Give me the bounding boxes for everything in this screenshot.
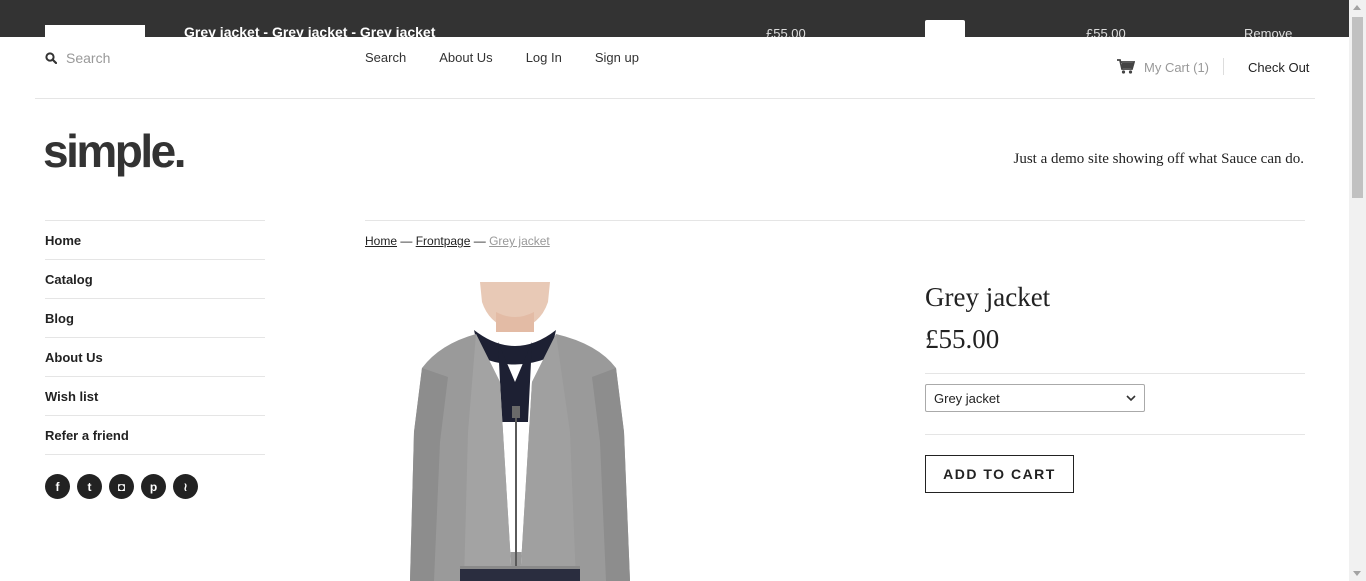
product-rule: [925, 434, 1305, 435]
cart-item-remove-link[interactable]: Remove: [1244, 26, 1292, 37]
search-input[interactable]: [60, 47, 260, 69]
product-rule: [925, 373, 1305, 374]
search-icon: [45, 52, 57, 64]
cart-item-line-price: £55.00: [1086, 26, 1126, 37]
variant-select[interactable]: Grey jacket: [925, 384, 1145, 412]
top-nav: Search About Us Log In Sign up: [365, 50, 672, 65]
top-nav-sign-up[interactable]: Sign up: [595, 50, 639, 65]
cart-item-title[interactable]: Grey jacket - Grey jacket - Grey jacket: [184, 24, 435, 37]
sidebar-item-catalog[interactable]: Catalog: [45, 260, 265, 299]
scroll-up-icon[interactable]: [1353, 5, 1361, 10]
cart-drawer: Grey jacket - Grey jacket - Grey jacket …: [0, 0, 1349, 37]
site-tagline: Just a demo site showing off what Sauce …: [1013, 151, 1304, 167]
top-nav-log-in[interactable]: Log In: [526, 50, 562, 65]
sidebar-item-refer-a-friend[interactable]: Refer a friend: [45, 416, 265, 455]
social-links: f t ◘ p ≀: [45, 474, 205, 499]
pinterest-icon[interactable]: p: [141, 474, 166, 499]
breadcrumb-separator: —: [397, 234, 416, 248]
scrollbar-thumb[interactable]: [1352, 17, 1363, 198]
chevron-down-icon: [1126, 395, 1136, 402]
variant-select-value: Grey jacket: [934, 390, 1000, 406]
product-image[interactable]: [400, 282, 640, 581]
rss-icon[interactable]: ≀: [173, 474, 198, 499]
content-rule: [365, 220, 1305, 221]
top-nav-search[interactable]: Search: [365, 50, 406, 65]
check-out-link[interactable]: Check Out: [1248, 60, 1309, 75]
breadcrumb-current: Grey jacket: [489, 234, 550, 248]
sidebar-nav: Home Catalog Blog About Us Wish list Ref…: [45, 220, 265, 455]
product-title: Grey jacket: [925, 282, 1051, 312]
cart-item-quantity-input[interactable]: [925, 20, 965, 37]
twitter-icon[interactable]: t: [77, 474, 102, 499]
instagram-icon[interactable]: ◘: [109, 474, 134, 499]
breadcrumb: Home — Frontpage — Grey jacket: [365, 234, 550, 248]
product-price: £55.00: [925, 324, 1000, 354]
cart-item-unit-price: £55.00: [766, 26, 806, 37]
site-logo[interactable]: simple.: [43, 124, 187, 178]
cart-icon[interactable]: [1117, 59, 1135, 74]
facebook-icon[interactable]: f: [45, 474, 70, 499]
sidebar-item-about-us[interactable]: About Us: [45, 338, 265, 377]
sidebar-item-home[interactable]: Home: [45, 221, 265, 260]
breadcrumb-separator: —: [470, 234, 490, 248]
breadcrumb-home[interactable]: Home: [365, 234, 397, 248]
add-to-cart-button[interactable]: ADD TO CART: [925, 455, 1074, 493]
cart-item-thumbnail[interactable]: [45, 25, 145, 37]
scroll-down-icon[interactable]: [1353, 571, 1361, 576]
sidebar-item-blog[interactable]: Blog: [45, 299, 265, 338]
breadcrumb-frontpage[interactable]: Frontpage: [416, 234, 471, 248]
header-divider: [1223, 58, 1224, 75]
header-rule: [35, 98, 1315, 99]
page-scrollbar[interactable]: [1349, 0, 1366, 581]
top-nav-about-us[interactable]: About Us: [439, 50, 492, 65]
sidebar-item-wish-list[interactable]: Wish list: [45, 377, 265, 416]
my-cart-link[interactable]: My Cart (1): [1144, 60, 1209, 75]
